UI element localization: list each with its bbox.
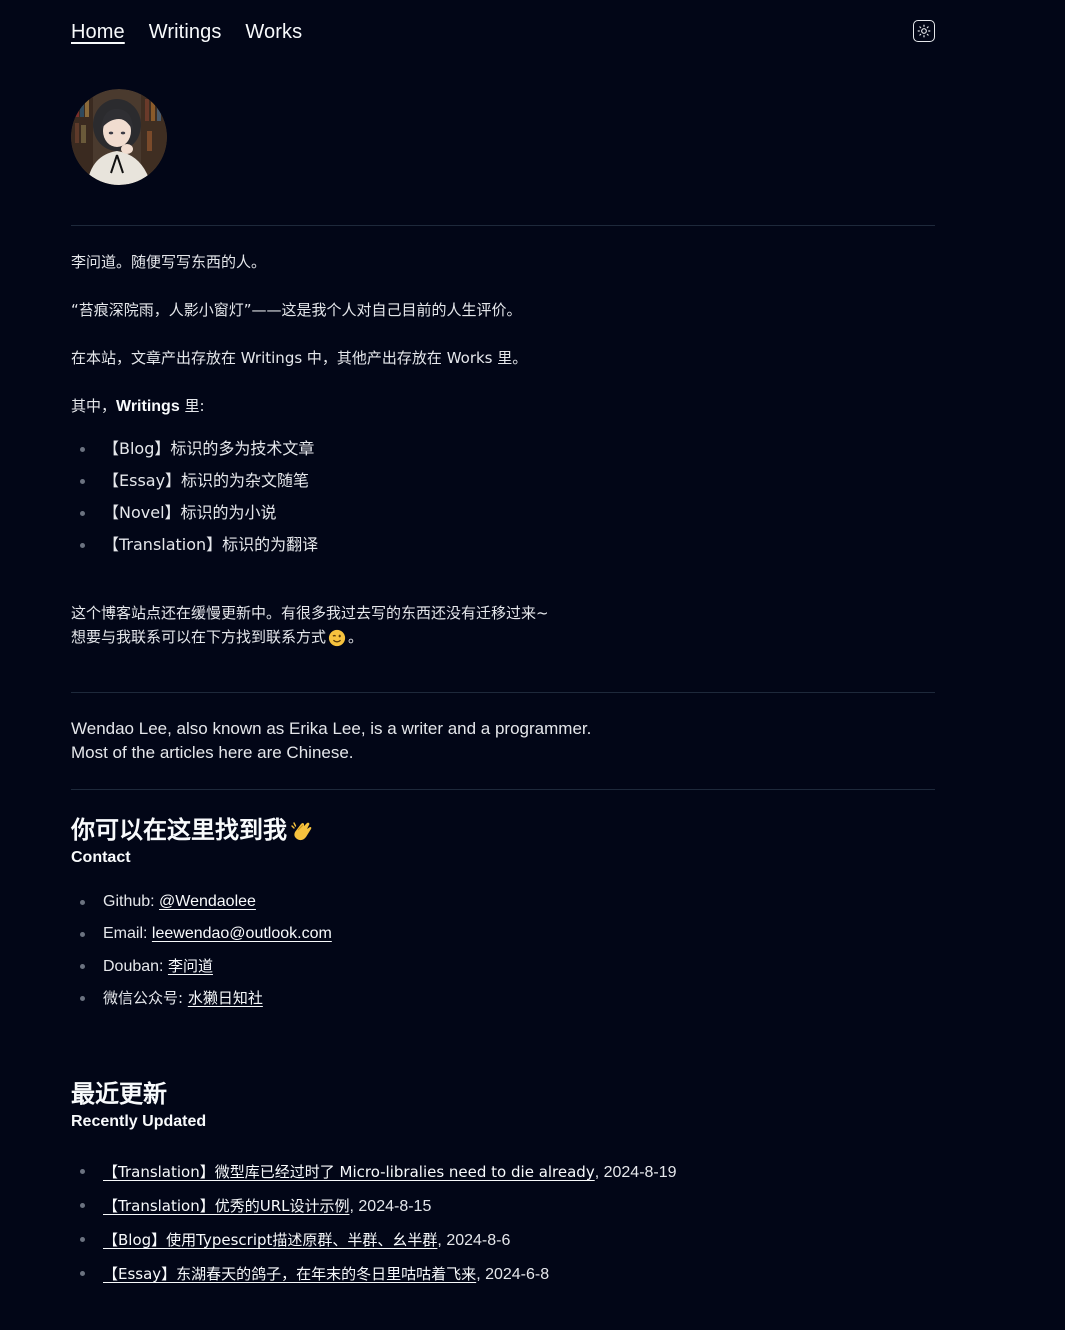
email-link[interactable]: leewendao@outlook.com — [152, 925, 332, 942]
douban-link[interactable]: 李问道 — [168, 957, 213, 975]
post-date: , 2024-6-8 — [476, 1266, 550, 1283]
nav-works-link[interactable]: Works — [245, 21, 302, 44]
list-item: 【Essay】东湖春天的鸽子，在年末的冬日里咕咕着飞来, 2024-6-8 — [80, 1257, 677, 1291]
recent-section: 最近更新 Recently Updated 【Translation】微型库已经… — [71, 1080, 935, 1330]
contact-list: Github: @Wendaolee Email: leewendao@outl… — [71, 886, 332, 1014]
contact-title-text: 你可以在这里找到我 — [71, 816, 287, 844]
intro-line-3: 在本站，文章产出存放在 Writings 中，其他产出存放在 Works 里。 — [71, 349, 528, 367]
intro-writings-bold: Writings — [116, 398, 180, 415]
contact-label: Email: — [103, 925, 152, 942]
avatar — [71, 89, 167, 185]
list-item: 【Essay】标识的为杂文随笔 — [79, 465, 318, 497]
list-item: 【Translation】标识的为翻译 — [79, 529, 318, 561]
update-line-2-text: 想要与我联系可以在下方找到联系方式 — [71, 628, 327, 646]
english-line-2: Most of the articles here are Chinese. — [71, 743, 354, 762]
contact-item-github: Github: @Wendaolee — [80, 886, 332, 918]
intro-line-4-suffix: 里: — [179, 397, 205, 415]
intro-line-4: 其中，Writings 里: — [71, 394, 205, 419]
wechat-link[interactable]: 水獭日知社 — [188, 989, 263, 1007]
contact-title: 你可以在这里找到我 — [71, 816, 315, 844]
post-date: , 2024-8-15 — [349, 1198, 432, 1215]
post-link[interactable]: 【Translation】微型库已经过时了 Micro-libralies ne… — [103, 1163, 595, 1181]
post-date: , 2024-8-6 — [437, 1232, 511, 1249]
recent-subtitle: Recently Updated — [71, 1113, 207, 1130]
list-item: 【Novel】标识的为小说 — [79, 497, 318, 529]
english-line-1: Wendao Lee, also known as Erika Lee, is … — [71, 719, 592, 738]
post-date: , 2024-8-19 — [594, 1164, 677, 1181]
update-line-2-end: 。 — [348, 628, 364, 646]
theme-toggle-button[interactable] — [913, 20, 935, 42]
contact-item-wechat: 微信公众号: 水獭日知社 — [80, 982, 332, 1014]
list-item: 【Blog】使用Typescript描述原群、半群、幺半群, 2024-8-6 — [80, 1223, 677, 1257]
english-section: Wendao Lee, also known as Erika Lee, is … — [71, 693, 935, 789]
github-link[interactable]: @Wendaolee — [159, 893, 256, 910]
recent-title: 最近更新 — [71, 1080, 167, 1108]
tag-list: 【Blog】标识的多为技术文章 【Essay】标识的为杂文随笔 【Novel】标… — [71, 433, 318, 561]
wink-emoji-icon — [328, 629, 346, 646]
update-line-2: 想要与我联系可以在下方找到联系方式 。 — [71, 625, 363, 649]
intro-line-4-prefix: 其中， — [71, 397, 117, 415]
intro-section: 李问道。随便写写东西的人。 “苔痕深院雨，人影小窗灯”——这是我个人对自己目前的… — [71, 226, 935, 692]
contact-section: 你可以在这里找到我 Contact Github: @Wendaolee Ema… — [71, 790, 935, 1080]
sun-icon — [917, 24, 931, 38]
contact-label: Douban: — [103, 958, 168, 975]
contact-item-email: Email: leewendao@outlook.com — [80, 918, 332, 950]
intro-line-1: 李问道。随便写写东西的人。 — [71, 253, 267, 271]
list-item: 【Translation】微型库已经过时了 Micro-libralies ne… — [80, 1155, 677, 1189]
nav-writings-link[interactable]: Writings — [149, 21, 222, 44]
update-line-1: 这个博客站点还在缓慢更新中。有很多我过去写的东西还没有迁移过来~ — [71, 604, 549, 622]
post-link[interactable]: 【Blog】使用Typescript描述原群、半群、幺半群 — [103, 1231, 437, 1249]
contact-label: 微信公众号: — [103, 989, 188, 1007]
post-link[interactable]: 【Translation】优秀的URL设计示例 — [103, 1197, 350, 1215]
contact-label: Github: — [103, 893, 160, 910]
page-container: Home Writings Works 李问道。随便写写东西的人。 “苔痕深院雨… — [71, 0, 935, 1330]
contact-item-douban: Douban: 李问道 — [80, 950, 332, 982]
post-link[interactable]: 【Essay】东湖春天的鸽子，在年末的冬日里咕咕着飞来 — [103, 1265, 476, 1283]
clapping-hands-icon — [291, 822, 312, 841]
nav-home-link[interactable]: Home — [71, 21, 125, 44]
list-item: 【Blog】标识的多为技术文章 — [79, 433, 318, 465]
recent-list: 【Translation】微型库已经过时了 Micro-libralies ne… — [71, 1155, 677, 1291]
intro-line-2: “苔痕深院雨，人影小窗灯”——这是我个人对自己目前的人生评价。 — [71, 301, 522, 319]
contact-subtitle: Contact — [71, 849, 131, 866]
list-item: 【Translation】优秀的URL设计示例, 2024-8-15 — [80, 1189, 677, 1223]
top-nav: Home Writings Works — [71, 0, 935, 64]
